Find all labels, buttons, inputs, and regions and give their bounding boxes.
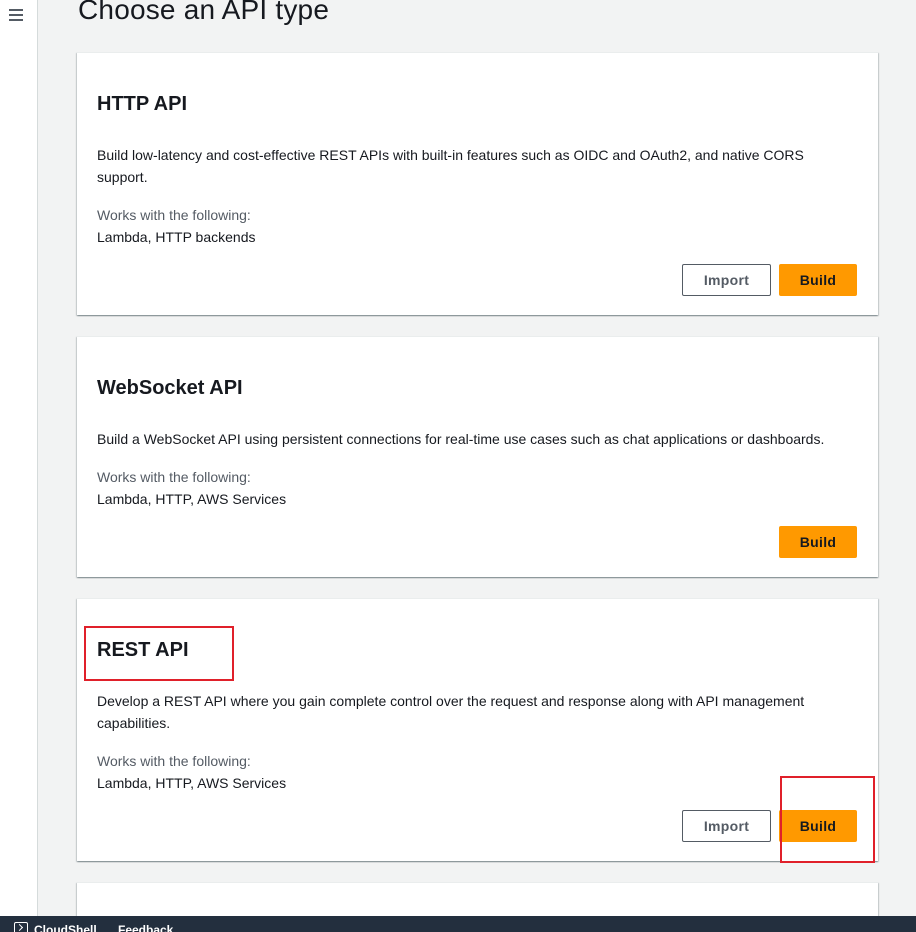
cloudshell-icon[interactable] (14, 922, 28, 932)
console-footer-bar: CloudShell Feedback (0, 916, 916, 932)
card-title: WebSocket API (97, 377, 243, 399)
rest-api-card: REST API Develop a REST API where you ga… (77, 598, 878, 861)
works-with-value: Lambda, HTTP, AWS Services (97, 775, 287, 791)
http-api-import-button[interactable]: Import (682, 264, 771, 296)
page-title: Choose an API type (78, 0, 330, 25)
card-description: Build low-latency and cost-effective RES… (97, 147, 804, 185)
works-with-label: Works with the following: (97, 469, 251, 485)
websocket-api-card: WebSocket API Build a WebSocket API usin… (77, 336, 878, 577)
cloudshell-link[interactable]: CloudShell (34, 923, 97, 932)
http-api-build-button[interactable]: Build (779, 264, 857, 296)
card-description: Build a WebSocket API using persistent c… (97, 431, 825, 447)
feedback-link[interactable]: Feedback (118, 923, 173, 932)
card-title: REST API (97, 639, 189, 661)
rest-api-import-button[interactable]: Import (682, 810, 771, 842)
card-title: HTTP API (97, 93, 188, 115)
works-with-value: Lambda, HTTP, AWS Services (97, 491, 287, 507)
works-with-label: Works with the following: (97, 753, 251, 769)
works-with-label: Works with the following: (97, 207, 251, 223)
side-navigation-rail (0, 0, 38, 916)
rest-api-build-button[interactable]: Build (779, 810, 857, 842)
works-with-value: Lambda, HTTP backends (97, 229, 256, 245)
websocket-api-build-button[interactable]: Build (779, 526, 857, 558)
card-description: Develop a REST API where you gain comple… (97, 693, 805, 731)
hamburger-menu-icon[interactable] (9, 8, 23, 22)
http-api-card: HTTP API Build low-latency and cost-effe… (77, 52, 878, 315)
